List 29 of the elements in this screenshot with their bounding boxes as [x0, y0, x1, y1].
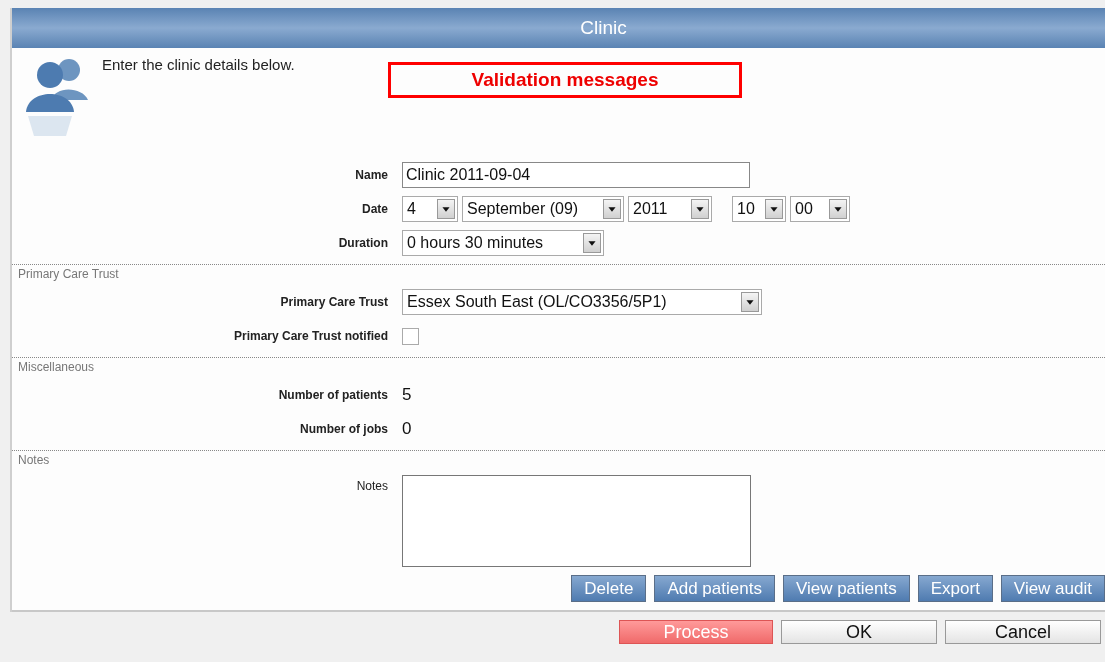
field-label: Date — [361, 202, 388, 216]
dropdown[interactable]: 0 hours 30 minutes — [402, 230, 604, 256]
field-label: Primary Care Trust — [279, 295, 388, 309]
people-icon — [24, 56, 90, 138]
date-dropdown[interactable]: September (09) — [462, 196, 624, 222]
section-title: Miscellaneous — [17, 359, 95, 374]
field-value: 5 — [402, 385, 412, 405]
date-dropdown[interactable]: 2011 — [628, 196, 712, 222]
field-label: Number of jobs — [299, 422, 388, 436]
section-title: Notes — [17, 452, 50, 467]
checkbox[interactable] — [402, 327, 419, 345]
dialog-button[interactable]: Cancel — [945, 620, 1101, 644]
time-dropdown[interactable]: 00 — [790, 196, 850, 222]
field-label: Name — [354, 168, 388, 182]
field-label: Number of patients — [277, 388, 388, 402]
dropdown[interactable]: Essex South East (OL/CO3356/5P1) — [402, 289, 762, 315]
intro-text: Enter the clinic details below. — [102, 56, 296, 73]
field-label: Duration — [337, 236, 388, 250]
validation-messages: Validation messages — [388, 62, 742, 98]
time-dropdown[interactable]: 10 — [732, 196, 786, 222]
window-title: Clinic — [12, 8, 1105, 48]
date-dropdown[interactable]: 4 — [402, 196, 458, 222]
section-title: Primary Care Trust — [17, 266, 119, 281]
notes-field[interactable] — [402, 475, 751, 567]
field-value: 0 — [402, 419, 412, 439]
field-label: Primary Care Trust notified — [232, 329, 388, 343]
dialog-button[interactable]: OK — [781, 620, 937, 644]
name-field[interactable]: Clinic 2011-09-04 — [402, 162, 750, 188]
field-label: Notes — [355, 479, 388, 493]
